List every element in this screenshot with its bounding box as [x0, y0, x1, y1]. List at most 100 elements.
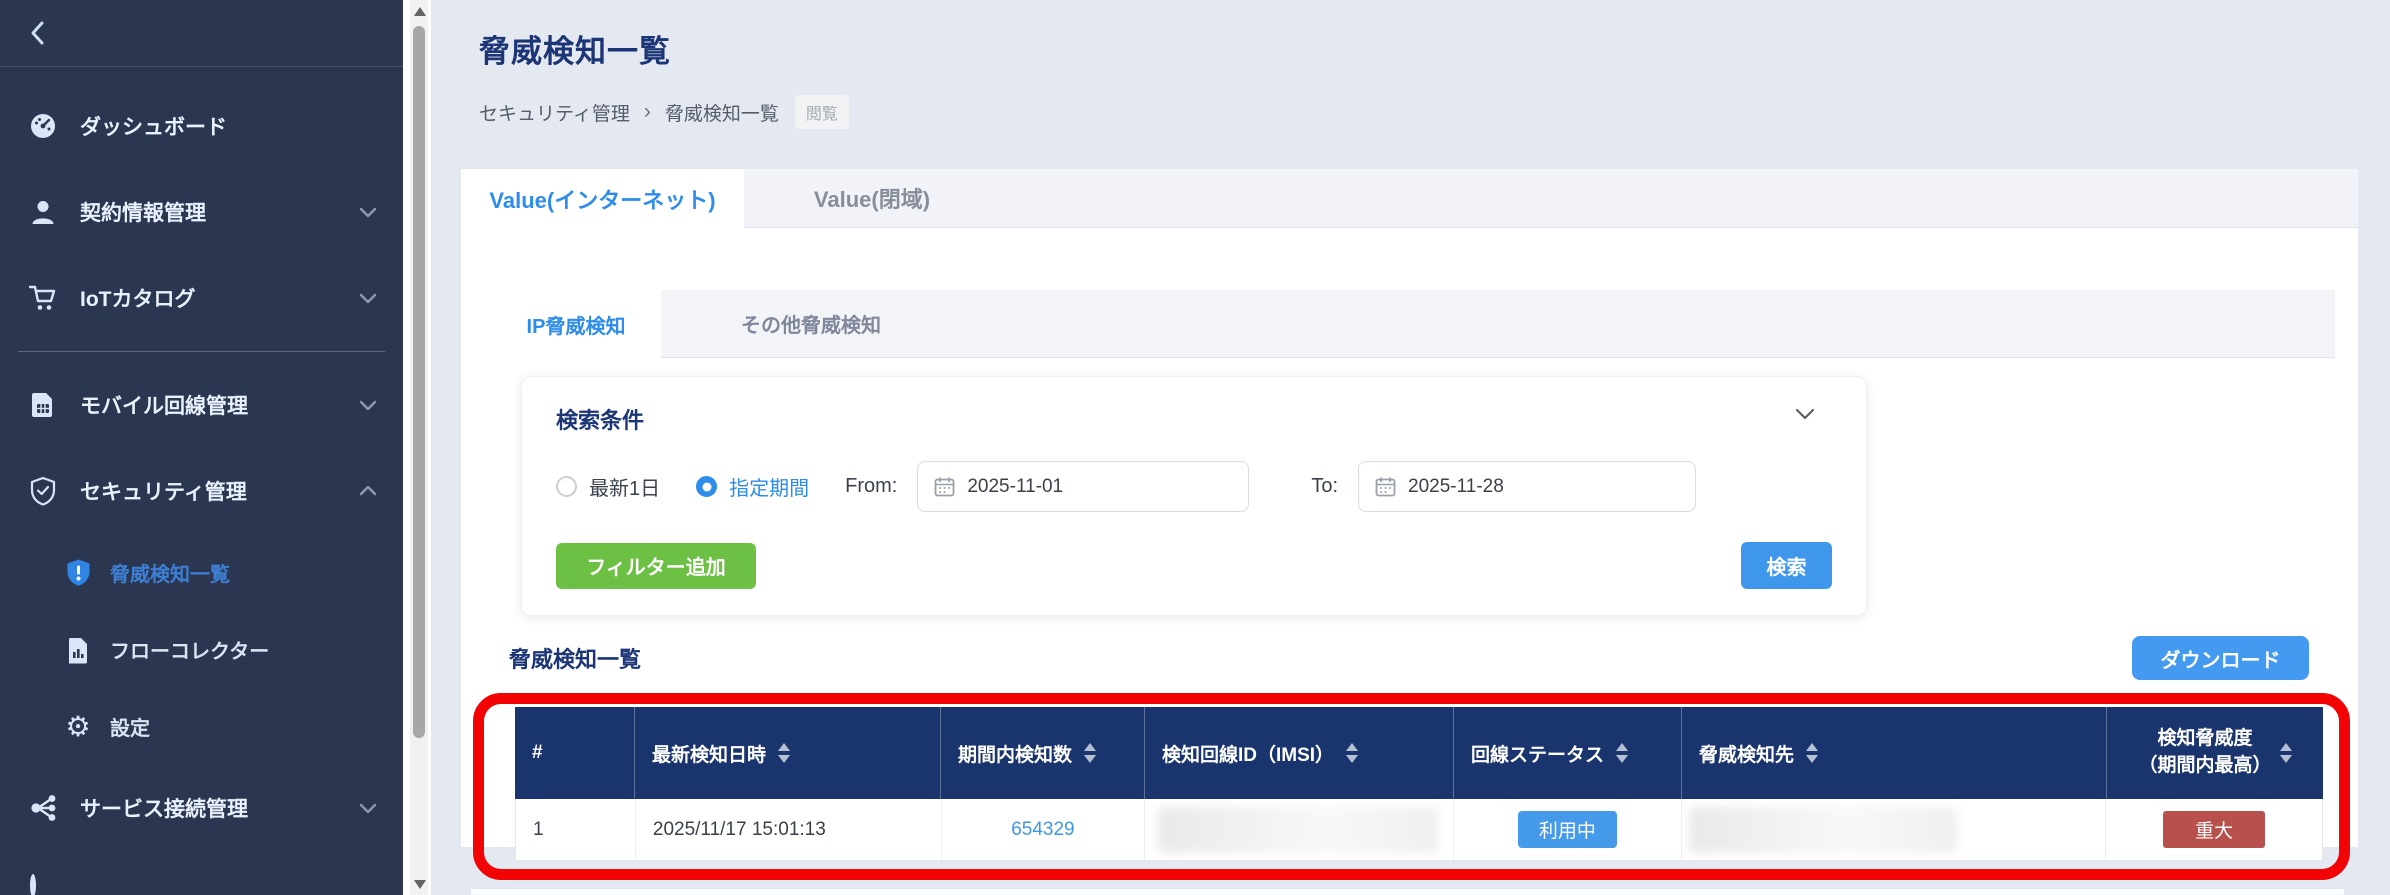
sort-icon	[1346, 743, 1358, 763]
chevron-up-icon	[359, 485, 377, 497]
add-filter-button[interactable]: フィルター追加	[556, 543, 756, 589]
calendar-icon	[934, 476, 955, 497]
tab-value-closed[interactable]: Value(閉域)	[744, 169, 1000, 227]
chevron-down-icon	[359, 802, 377, 814]
radio-unselected-icon	[556, 476, 577, 497]
sidebar-nav: ダッシュボード 契約情報管理 IoTカタログ モバイル回	[0, 67, 403, 895]
shield-check-icon	[28, 476, 58, 506]
cell-imsi-redacted	[1145, 799, 1454, 860]
cell-count-link: 654329	[942, 799, 1146, 860]
page-header: 脅威検知一覧 セキュリティ管理 › 脅威検知一覧 閲覧	[461, 0, 2358, 129]
cell-index: 1	[516, 799, 636, 860]
sidebar-item-label: モバイル回線管理	[80, 390, 359, 420]
main-content: 脅威検知一覧 セキュリティ管理 › 脅威検知一覧 閲覧 Value(インターネッ…	[431, 0, 2390, 895]
subtab-ip-threat[interactable]: IP脅威検知	[491, 290, 661, 358]
sidebar-subitem-label: 設定	[110, 712, 150, 741]
breadcrumb-separator-icon: ›	[644, 100, 651, 124]
sort-icon	[2280, 743, 2292, 763]
dashboard-icon	[28, 111, 58, 141]
to-date-input[interactable]: 2025-11-28	[1358, 461, 1696, 512]
sim-icon	[28, 390, 58, 420]
flow-document-icon	[64, 636, 92, 664]
column-header-index: #	[515, 707, 635, 799]
threat-table-zone: # 最新検知日時 期間内検知数 検知回線ID（IMSI） 回線ステータス 脅威検…	[515, 707, 2323, 861]
radio-selected-icon	[696, 476, 717, 497]
sidebar-subitem-flow-collector[interactable]: フローコレクター	[0, 611, 403, 688]
sidebar-item-partial	[0, 877, 403, 895]
column-header-severity[interactable]: 検知脅威度（期間内最高）	[2107, 707, 2323, 799]
radio-specified-period[interactable]: 指定期間	[696, 472, 809, 501]
column-header-imsi[interactable]: 検知回線ID（IMSI）	[1145, 707, 1454, 799]
table-header-row: # 最新検知日時 期間内検知数 検知回線ID（IMSI） 回線ステータス 脅威検…	[515, 707, 2323, 799]
sidebar-item-security[interactable]: セキュリティ管理	[0, 448, 403, 534]
column-header-destination[interactable]: 脅威検知先	[1682, 707, 2107, 799]
calendar-icon	[1375, 476, 1396, 497]
threat-list-title: 脅威検知一覧	[509, 642, 641, 674]
table-row: 1 2025/11/17 15:01:13 654329 利用中 重大	[515, 799, 2323, 861]
sidebar: ダッシュボード 契約情報管理 IoTカタログ モバイル回	[0, 0, 403, 895]
value-tabbar: Value(インターネット) Value(閉域)	[461, 169, 2358, 228]
collapse-chevron-icon[interactable]	[1790, 403, 1820, 425]
next-section-divider	[471, 888, 2344, 895]
threat-subtabbar: IP脅威検知 その他脅威検知	[491, 290, 2335, 358]
radio-latest-1day[interactable]: 最新1日	[556, 472, 660, 501]
threat-list-header: 脅威検知一覧 ダウンロード	[509, 636, 2309, 680]
tab-value-internet[interactable]: Value(インターネット)	[461, 169, 744, 228]
sidebar-item-label: ダッシュボード	[80, 111, 377, 141]
severity-badge: 重大	[2163, 811, 2265, 848]
tab-content-panel: IP脅威検知 その他脅威検知 検索条件 最新1日 指定期間 From	[461, 228, 2358, 847]
sidebar-item-iot-catalog[interactable]: IoTカタログ	[0, 255, 403, 341]
breadcrumb-security-management[interactable]: セキュリティ管理	[479, 99, 630, 126]
sidebar-collapse-button[interactable]	[0, 0, 403, 67]
cell-destination-redacted	[1682, 799, 2107, 860]
search-condition-card: 検索条件 最新1日 指定期間 From:	[521, 376, 1867, 616]
partial-circle-icon	[30, 874, 36, 895]
scroll-up-arrow-icon[interactable]	[414, 7, 426, 16]
cart-icon	[28, 283, 58, 313]
sidebar-subitem-threat-list[interactable]: 脅威検知一覧	[0, 534, 403, 611]
sidebar-subitem-settings[interactable]: ⚙ 設定	[0, 688, 403, 765]
sidebar-item-contract-info[interactable]: 契約情報管理	[0, 169, 403, 255]
redacted-imsi-blob	[1158, 807, 1438, 853]
sort-icon	[1806, 743, 1818, 763]
column-header-count-in-period[interactable]: 期間内検知数	[941, 707, 1145, 799]
redacted-destination-blob	[1689, 807, 1957, 853]
column-header-line-status[interactable]: 回線ステータス	[1454, 707, 1682, 799]
from-date-input[interactable]: 2025-11-01	[917, 461, 1249, 512]
download-button[interactable]: ダウンロード	[2132, 636, 2309, 680]
page-title: 脅威検知一覧	[479, 26, 2358, 71]
chevron-down-icon	[359, 206, 377, 218]
sidebar-item-mobile-line[interactable]: モバイル回線管理	[0, 362, 403, 448]
sidebar-item-label: 契約情報管理	[80, 197, 359, 227]
from-date-value: 2025-11-01	[967, 476, 1063, 498]
search-button[interactable]: 検索	[1741, 542, 1832, 589]
chevron-down-icon	[359, 292, 377, 304]
sidebar-subitem-label: フローコレクター	[110, 635, 269, 664]
cell-latest-datetime: 2025/11/17 15:01:13	[636, 799, 942, 860]
breadcrumb-current: 脅威検知一覧	[665, 99, 779, 126]
sort-icon	[1616, 743, 1628, 763]
scrollbar-thumb[interactable]	[413, 26, 425, 738]
sidebar-item-service-connection[interactable]: サービス接続管理	[0, 765, 403, 851]
chevron-left-icon	[28, 20, 46, 46]
column-header-latest-datetime[interactable]: 最新検知日時	[635, 707, 941, 799]
sidebar-item-label: IoTカタログ	[80, 283, 359, 313]
subtab-other-threat[interactable]: その他脅威検知	[661, 290, 961, 357]
sidebar-item-dashboard[interactable]: ダッシュボード	[0, 83, 403, 169]
breadcrumb: セキュリティ管理 › 脅威検知一覧 閲覧	[479, 95, 2358, 129]
chevron-down-icon	[359, 399, 377, 411]
user-icon	[28, 197, 58, 227]
sidebar-item-label: サービス接続管理	[80, 793, 359, 823]
alert-shield-icon	[64, 559, 92, 587]
sidebar-divider	[18, 351, 385, 352]
threat-table: # 最新検知日時 期間内検知数 検知回線ID（IMSI） 回線ステータス 脅威検…	[515, 707, 2323, 861]
sort-icon	[1084, 743, 1096, 763]
network-hub-icon	[28, 793, 58, 823]
count-link[interactable]: 654329	[1011, 819, 1074, 841]
cell-severity: 重大	[2106, 799, 2322, 860]
search-condition-title: 検索条件	[556, 403, 644, 435]
vertical-scrollbar[interactable]	[403, 0, 431, 895]
scroll-down-arrow-icon[interactable]	[414, 880, 426, 889]
sidebar-subitem-label: 脅威検知一覧	[110, 558, 230, 587]
gear-icon: ⚙	[64, 713, 92, 741]
